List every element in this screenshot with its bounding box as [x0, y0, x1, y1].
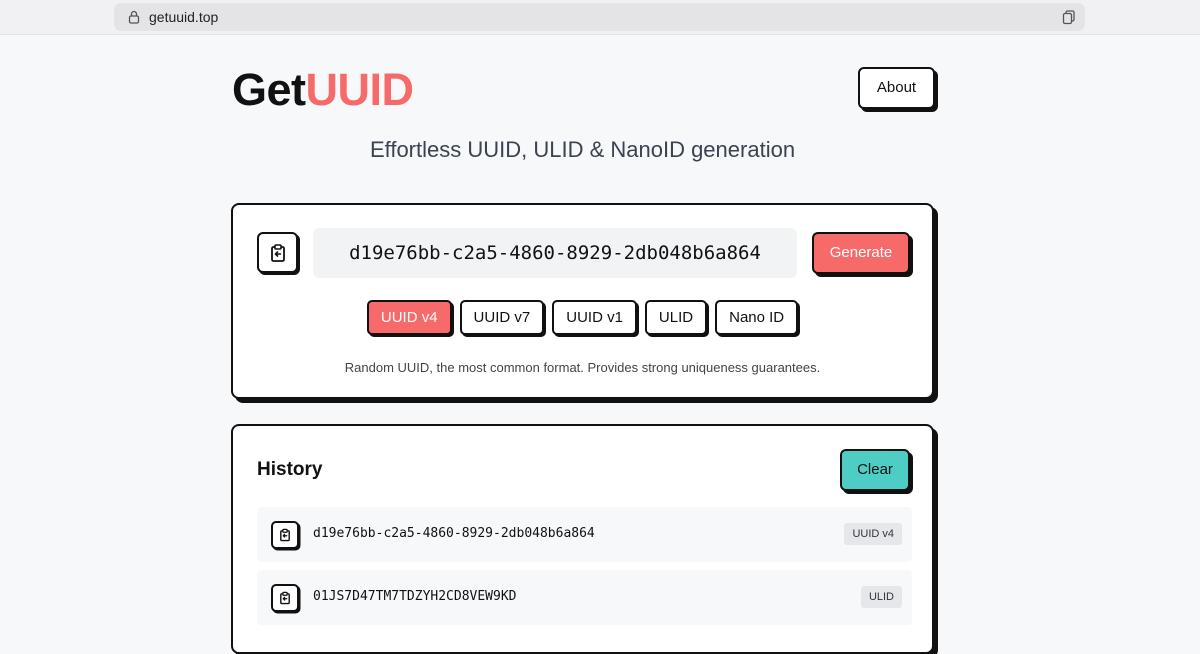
history-item-value: 01JS7D47TM7TDZYH2CD8VEW9KD: [313, 589, 517, 604]
copy-history-item-button[interactable]: [271, 584, 299, 612]
type-description: Random UUID, the most common format. Pro…: [344, 360, 821, 375]
clipboard-icon: [280, 528, 290, 542]
clipboard-icon: [270, 243, 285, 262]
copy-link-icon[interactable]: [1061, 9, 1077, 25]
type-uuid-v4-button[interactable]: UUID v4: [366, 300, 452, 335]
generated-value[interactable]: d19e76bb-c2a5-4860-8929-2db048b6a864: [313, 228, 797, 278]
history-card: History Clear d19e76bb-c2a5-4860-8929-2d…: [231, 424, 934, 654]
copy-history-item-button[interactable]: [271, 521, 299, 549]
about-button[interactable]: About: [858, 67, 935, 109]
tagline: Effortless UUID, ULID & NanoID generatio…: [369, 137, 796, 162]
history-item: 01JS7D47TM7TDZYH2CD8VEW9KD ULID: [257, 570, 912, 625]
lock-icon: [128, 10, 140, 24]
type-uuid-v7-button[interactable]: UUID v7: [459, 300, 545, 335]
logo-uuid: UUID: [305, 64, 415, 115]
id-type-selector: UUID v4 UUID v7 UUID v1 ULID Nano ID: [233, 300, 932, 335]
url-text: getuuid.top: [149, 9, 219, 25]
history-item-type-badge: ULID: [860, 586, 902, 608]
type-nanoid-button[interactable]: Nano ID: [715, 300, 799, 335]
history-item-value: d19e76bb-c2a5-4860-8929-2db048b6a864: [313, 526, 595, 541]
address-bar[interactable]: getuuid.top: [114, 3, 1085, 31]
generator-card: d19e76bb-c2a5-4860-8929-2db048b6a864 Gen…: [231, 203, 934, 399]
logo[interactable]: GetUUID: [232, 64, 414, 116]
type-ulid-button[interactable]: ULID: [644, 300, 708, 335]
history-title: History: [257, 459, 323, 480]
browser-toolbar: getuuid.top: [0, 0, 1200, 35]
logo-get: Get: [232, 64, 306, 115]
copy-current-button[interactable]: [257, 232, 298, 273]
history-item: d19e76bb-c2a5-4860-8929-2db048b6a864 UUI…: [257, 507, 912, 562]
clear-history-button[interactable]: Clear: [840, 449, 910, 491]
generate-button[interactable]: Generate: [812, 232, 910, 274]
type-uuid-v1-button[interactable]: UUID v1: [552, 300, 637, 335]
history-item-type-badge: UUID v4: [844, 523, 902, 545]
clipboard-icon: [280, 591, 290, 605]
